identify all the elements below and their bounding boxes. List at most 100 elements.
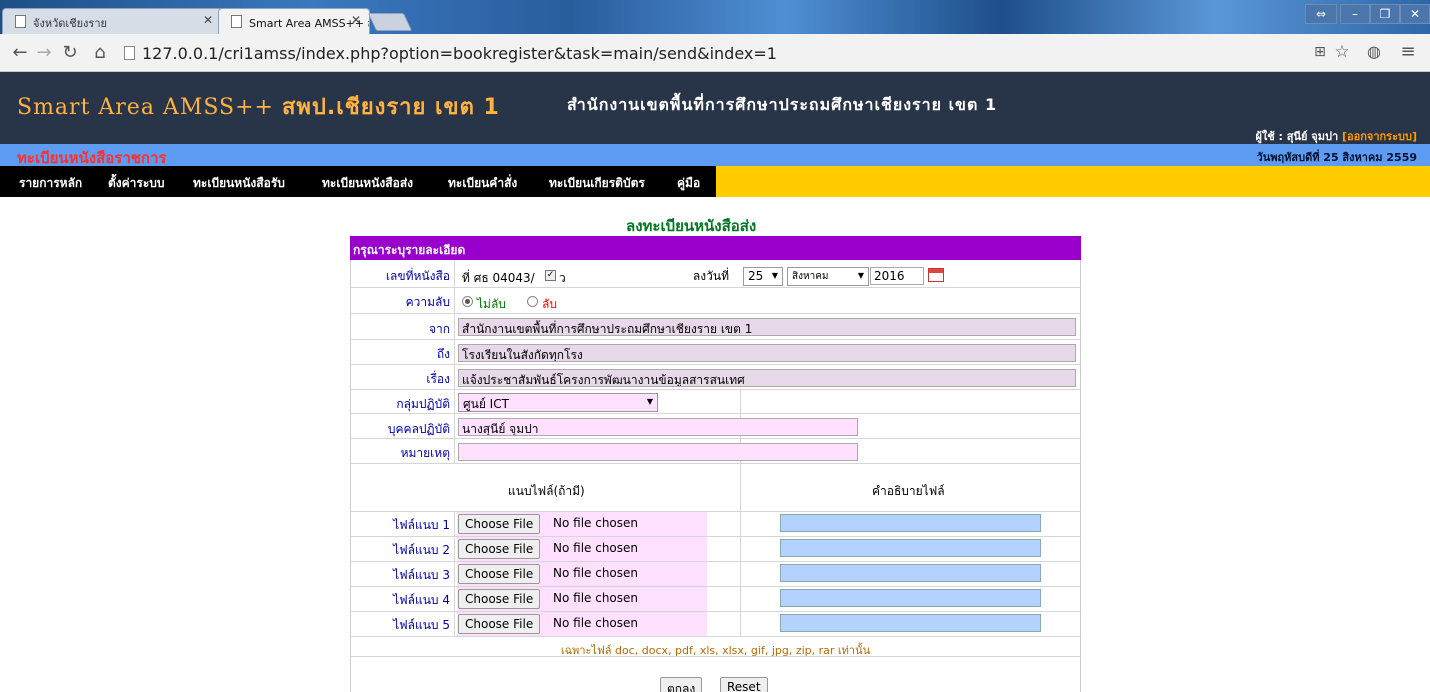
- row-divider: [350, 287, 1081, 288]
- row-divider: [350, 339, 1081, 340]
- site-title-latin: Smart Area AMSS++: [17, 95, 274, 120]
- user-info: ผู้ใช้ : สุนีย์ จุมปา [ออกจากระบบ]: [1255, 127, 1417, 145]
- subject-label: เรื่อง: [426, 372, 450, 386]
- menu-item-received[interactable]: ทะเบียนหนังสือรับ: [193, 174, 285, 193]
- file-type-note: เฉพาะไฟล์ doc, docx, pdf, xls, xlsx, gif…: [560, 644, 871, 657]
- row-divider: [350, 364, 1081, 365]
- secret-label: ความลับ: [405, 295, 450, 309]
- file-description-input-1[interactable]: [780, 514, 1041, 532]
- secret-no-label: ไม่ลับ: [477, 297, 506, 311]
- minimize-icon[interactable]: –: [1340, 4, 1370, 24]
- choose-file-button-5[interactable]: Choose File: [458, 614, 541, 634]
- menu-item-certificates[interactable]: ทะเบียนเกียรติบัตร: [549, 174, 645, 193]
- address-bar[interactable]: 127.0.0.1/cri1amss/index.php?option=book…: [142, 44, 777, 63]
- choose-file-button-4[interactable]: Choose File: [458, 589, 541, 609]
- calendar-icon[interactable]: [928, 268, 944, 282]
- date-month-value: สิงหาคม: [792, 271, 829, 282]
- file-description-input-5[interactable]: [780, 614, 1041, 632]
- browser-tab-1[interactable]: จังหวัดเชียงราย ✕: [2, 8, 222, 34]
- site-title-thai: สพป.เชียงราย เขต 1: [281, 95, 500, 120]
- row-divider: [350, 313, 1081, 314]
- group-label: กลุ่มปฏิบัติ: [396, 397, 450, 411]
- file-description-input-4[interactable]: [780, 589, 1041, 607]
- row-divider: [350, 463, 1081, 464]
- file-description-input-2[interactable]: [780, 539, 1041, 557]
- menu-item-main[interactable]: รายการหลัก: [19, 174, 82, 193]
- submit-button[interactable]: ตกลง: [660, 677, 703, 692]
- book-no-suffix: ว: [559, 271, 566, 285]
- file-status-2: No file chosen: [553, 541, 639, 555]
- to-label: ถึง: [436, 347, 450, 361]
- reset-button[interactable]: Reset: [720, 677, 768, 692]
- secret-yes-label: ลับ: [542, 297, 557, 311]
- person-input[interactable]: นางสุนีย์ จุมปา: [458, 418, 858, 436]
- page-icon: [124, 46, 135, 60]
- browser-tab-2[interactable]: Smart Area AMSS++ สพป. ✕: [218, 8, 370, 34]
- date-month-select[interactable]: สิงหาคม ▼: [787, 267, 869, 286]
- menu-item-orders[interactable]: ทะเบียนคำสั่ง: [448, 174, 517, 193]
- maximize-icon[interactable]: ❐: [1370, 4, 1400, 24]
- remark-input[interactable]: [458, 443, 858, 461]
- date-day-select[interactable]: 25 ▼: [743, 267, 783, 286]
- group-select[interactable]: ศูนย์ ICT ▼: [458, 393, 658, 412]
- site-title: Smart Area AMSS++ สพป.เชียงราย เขต 1: [17, 89, 500, 124]
- attach-header: แนบไฟล์(ถ้ามี): [508, 484, 585, 498]
- file-label-5: ไฟล์แนบ 5: [393, 618, 450, 632]
- site-subtitle: สำนักงานเขตพื้นที่การศึกษาประถมศึกษาเชีย…: [567, 95, 998, 114]
- user-name: ผู้ใช้ : สุนีย์ จุมปา: [1255, 130, 1339, 143]
- column-divider: [454, 260, 455, 464]
- secret-no-radio[interactable]: [462, 296, 473, 307]
- forward-arrow-icon[interactable]: →: [32, 42, 56, 63]
- section-bar: [0, 144, 1430, 166]
- from-input[interactable]: สำนักงานเขตพื้นที่การศึกษาประถมศึกษาเชีย…: [458, 318, 1076, 336]
- file-status-1: No file chosen: [553, 516, 639, 530]
- row-divider: [350, 636, 1081, 637]
- book-no-checkbox[interactable]: ✓: [545, 270, 556, 281]
- close-icon[interactable]: ✕: [203, 13, 213, 27]
- menu-item-settings[interactable]: ตั้งค่าระบบ: [108, 174, 165, 193]
- file-label-4: ไฟล์แนบ 4: [393, 593, 450, 607]
- person-label: บุคคลปฏิบัติ: [387, 422, 450, 436]
- choose-file-button-2[interactable]: Choose File: [458, 539, 541, 559]
- file-description-header: คำอธิบายไฟล์: [872, 484, 945, 498]
- logout-link[interactable]: [ออกจากระบบ]: [1342, 130, 1417, 143]
- dropdown-arrow-icon: ▼: [771, 271, 778, 280]
- menu-icon[interactable]: ≡: [1396, 41, 1420, 62]
- book-no-prefix: ที่ ศธ 04043/: [462, 271, 535, 285]
- file-label-3: ไฟล์แนบ 3: [393, 568, 450, 582]
- date-label: ลงวันที่: [692, 269, 729, 283]
- back-arrow-icon[interactable]: ←: [8, 42, 32, 63]
- close-icon[interactable]: ✕: [351, 13, 361, 27]
- choose-file-button-1[interactable]: Choose File: [458, 514, 541, 534]
- close-window-icon[interactable]: ✕: [1400, 4, 1430, 24]
- subject-input[interactable]: แจ้งประชาสัมพันธ์โครงการพัฒนางานข้อมูลสา…: [458, 369, 1076, 387]
- secret-yes-radio[interactable]: [527, 296, 538, 307]
- from-label: จาก: [428, 322, 450, 336]
- dropdown-arrow-icon: ▼: [857, 271, 864, 280]
- remark-label: หมายเหตุ: [400, 446, 450, 460]
- form-header: กรุณาระบุรายละเอียด: [350, 236, 1081, 260]
- file-label-2: ไฟล์แนบ 2: [393, 543, 450, 557]
- reload-icon[interactable]: ↻: [58, 42, 82, 63]
- file-label-1: ไฟล์แนบ 1: [393, 518, 450, 532]
- to-input[interactable]: โรงเรียนในสังกัดทุกโรง: [458, 344, 1076, 362]
- date-day-value: 25: [748, 269, 764, 283]
- page-icon: [15, 15, 26, 28]
- file-description-input-3[interactable]: [780, 564, 1041, 582]
- group-value: ศูนย์ ICT: [463, 397, 509, 411]
- profile-icon[interactable]: ⇔: [1305, 4, 1337, 24]
- star-icon[interactable]: ☆: [1330, 42, 1354, 62]
- row-divider: [350, 413, 1081, 414]
- translate-icon[interactable]: ⊞: [1308, 44, 1332, 60]
- menu-item-manual[interactable]: คู่มือ: [677, 174, 700, 193]
- date-year-input[interactable]: 2016: [870, 267, 924, 285]
- dropdown-arrow-icon: ▼: [646, 397, 653, 406]
- menu-item-sent[interactable]: ทะเบียนหนังสือส่ง: [322, 174, 413, 193]
- home-icon[interactable]: ⌂: [88, 42, 112, 63]
- file-status-5: No file chosen: [553, 616, 639, 630]
- choose-file-button-3[interactable]: Choose File: [458, 564, 541, 584]
- file-status-4: No file chosen: [553, 591, 639, 605]
- current-date: วันพฤหัสบดีที่ 25 สิงหาคม 2559: [1256, 151, 1417, 164]
- row-divider: [350, 389, 1081, 390]
- extension-icon[interactable]: ◍: [1362, 42, 1386, 61]
